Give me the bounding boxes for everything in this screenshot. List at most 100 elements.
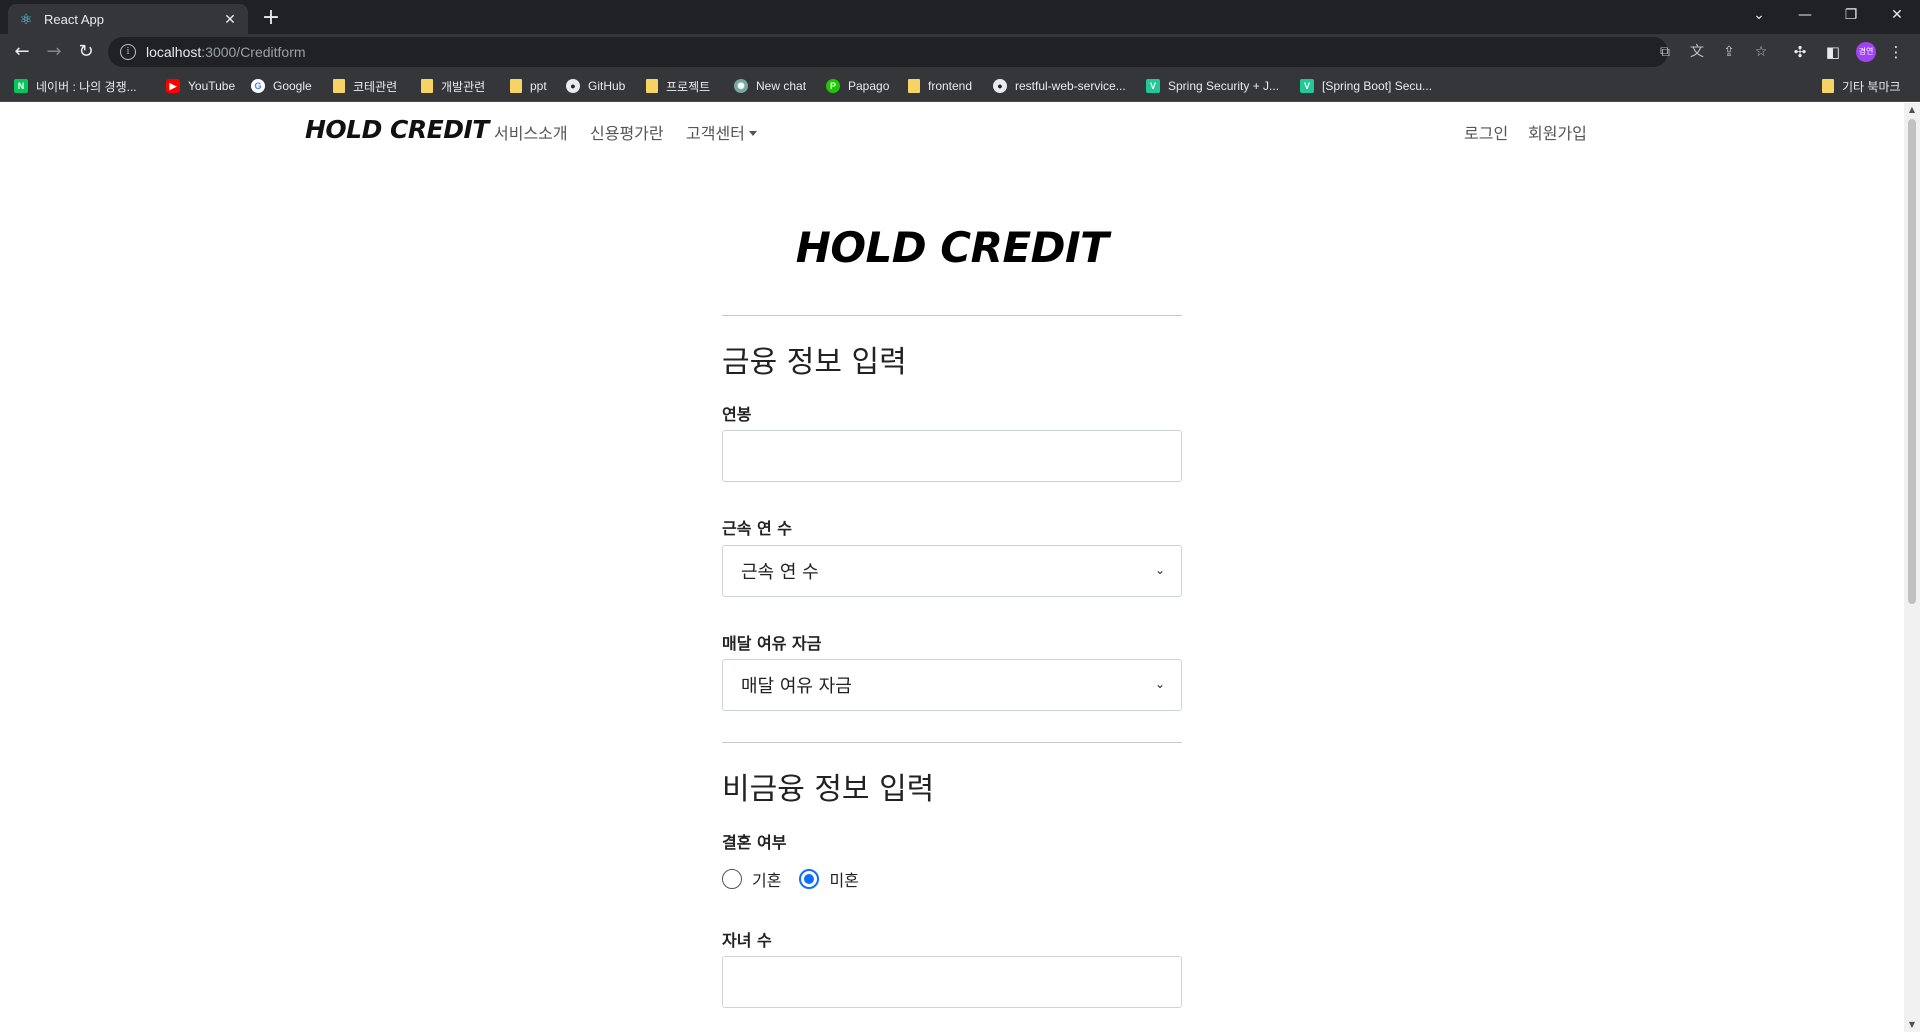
share-icon[interactable]: ⇪ <box>1720 43 1738 61</box>
children-input[interactable] <box>722 956 1182 1008</box>
bookmark-label: Spring Security + J... <box>1168 79 1280 93</box>
nav-brand[interactable]: HOLD CREDIT <box>305 115 489 144</box>
page-scrollbar[interactable]: ▲ ▼ <box>1904 103 1920 1032</box>
reload-button[interactable]: ↻ <box>72 38 100 66</box>
forward-button[interactable]: → <box>40 38 68 66</box>
nonfinancial-section-title: 비금융 정보 입력 <box>722 772 935 807</box>
bookmark-item[interactable]: 프로젝트 <box>646 76 710 96</box>
savings-selected-value: 매달 여유 자금 <box>741 676 852 697</box>
radio-married-label: 기혼 <box>752 871 782 890</box>
close-tab-icon[interactable]: ✕ <box>222 11 238 27</box>
bookmark-label: 개발관련 <box>441 79 486 94</box>
bookmark-star-icon[interactable]: ☆ <box>1752 43 1770 61</box>
folder-icon <box>510 79 522 93</box>
velog-icon: V <box>1146 79 1160 93</box>
folder-icon <box>333 79 345 93</box>
marriage-radio-group: 기혼 미혼 <box>722 867 877 891</box>
browser-tab[interactable]: ⚛ React App ✕ <box>8 4 248 34</box>
bookmark-item[interactable]: 코테관련 <box>333 76 397 96</box>
bookmark-item[interactable]: N 네이버 : 나의 경쟁... <box>14 76 137 96</box>
bookmark-label: New chat <box>756 79 807 93</box>
scroll-up-icon[interactable]: ▲ <box>1904 103 1920 117</box>
radio-married[interactable] <box>722 869 742 889</box>
extensions-icon[interactable]: ✣ <box>1790 42 1810 62</box>
page-title: HOLD CREDIT <box>795 223 1109 272</box>
bookmark-label: YouTube <box>188 79 236 93</box>
youtube-icon: ▶ <box>166 79 180 93</box>
bookmark-label: 네이버 : 나의 경쟁... <box>36 79 137 94</box>
divider <box>722 315 1182 316</box>
nav-link-credit[interactable]: 신용평가란 <box>590 120 664 144</box>
other-bookmarks[interactable]: 기타 북마크 <box>1822 76 1901 96</box>
savings-select[interactable]: 매달 여유 자금 ⌄ <box>722 659 1182 711</box>
radio-single[interactable] <box>799 869 820 889</box>
github-icon: ● <box>993 79 1007 93</box>
bookmarks-bar: N 네이버 : 나의 경쟁... ▶ YouTube G Google 코테관련 개발… <box>0 70 1920 102</box>
naver-icon: N <box>14 79 28 93</box>
minimize-button[interactable]: — <box>1782 0 1828 30</box>
bookmark-label: Google <box>273 79 312 93</box>
bookmark-item[interactable]: ● GitHub <box>566 76 625 96</box>
restore-button[interactable]: ❐ <box>1828 0 1874 30</box>
tenure-label: 근속 연 수 <box>722 519 793 538</box>
url-host: localhost <box>146 44 202 60</box>
bookmark-label: frontend <box>928 79 973 93</box>
bookmark-item[interactable]: V [Spring Boot] Secu... <box>1300 76 1432 96</box>
new-tab-button[interactable]: + <box>258 6 284 32</box>
url-path: :3000/Creditform <box>201 44 306 60</box>
signup-link[interactable]: 회원가입 <box>1528 120 1587 144</box>
bookmark-label: 기타 북마크 <box>1842 79 1901 94</box>
browser-toolbar: ← → ↻ i localhost:3000/Creditform ⧉ 文 ⇪ … <box>0 34 1920 70</box>
google-icon: G <box>251 79 265 93</box>
nav-dropdown-support[interactable]: 고객센터 <box>686 120 757 144</box>
bookmark-item[interactable]: frontend <box>908 76 972 96</box>
profile-avatar[interactable]: 경연 <box>1856 42 1876 62</box>
financial-section-title: 금융 정보 입력 <box>722 345 907 380</box>
nav-dropdown-label: 고객센터 <box>686 124 745 143</box>
tab-search-icon[interactable]: ⌄ <box>1736 0 1782 30</box>
scrollbar-thumb[interactable] <box>1908 119 1916 604</box>
bookmark-item[interactable]: ● restful-web-service... <box>993 76 1126 96</box>
bookmark-item[interactable]: G Google <box>251 76 312 96</box>
login-link[interactable]: 로그인 <box>1464 120 1508 144</box>
tab-strip: ⚛ React App ✕ + ⌄ — ❐ ✕ <box>0 0 1920 34</box>
back-button[interactable]: ← <box>8 38 36 66</box>
site-info-icon[interactable]: i <box>120 44 136 60</box>
velog-icon: V <box>1300 79 1314 93</box>
bookmark-item[interactable]: ppt <box>510 76 547 96</box>
bookmark-label: ppt <box>530 79 547 93</box>
chatgpt-icon: ✺ <box>734 79 748 93</box>
salary-input[interactable] <box>722 430 1182 482</box>
address-bar[interactable]: i localhost:3000/Creditform <box>108 37 1668 67</box>
savings-label: 매달 여유 자금 <box>722 634 822 653</box>
bookmark-label: 프로젝트 <box>666 79 711 94</box>
children-label: 자녀 수 <box>722 931 772 950</box>
nav-link-service[interactable]: 서비스소개 <box>494 120 568 144</box>
marriage-label: 결혼 여부 <box>722 833 787 852</box>
folder-icon <box>646 79 658 93</box>
bookmark-label: Papago <box>848 79 890 93</box>
bookmark-label: restful-web-service... <box>1015 79 1126 93</box>
chevron-down-icon: ⌄ <box>1154 563 1166 577</box>
bookmark-label: [Spring Boot] Secu... <box>1322 79 1433 93</box>
salary-label: 연봉 <box>722 405 752 424</box>
menu-icon[interactable]: ⋮ <box>1886 42 1906 62</box>
divider <box>722 742 1182 743</box>
app-navbar: HOLD CREDIT 서비스소개 신용평가란 고객센터 로그인 회원가입 <box>0 103 1904 159</box>
bookmark-item[interactable]: V Spring Security + J... <box>1146 76 1279 96</box>
caret-down-icon <box>748 131 757 136</box>
open-in-app-icon[interactable]: ⧉ <box>1656 43 1674 61</box>
url-text: localhost:3000/Creditform <box>146 44 306 60</box>
bookmark-item[interactable]: ▶ YouTube <box>166 76 235 96</box>
bookmark-item[interactable]: 개발관련 <box>421 76 485 96</box>
side-panel-icon[interactable]: ◧ <box>1823 42 1843 62</box>
close-window-button[interactable]: ✕ <box>1874 0 1920 30</box>
tenure-select[interactable]: 근속 연 수 ⌄ <box>722 545 1182 597</box>
scroll-down-icon[interactable]: ▼ <box>1904 1018 1920 1032</box>
bookmark-item[interactable]: ✺ New chat <box>734 76 806 96</box>
tenure-selected-value: 근속 연 수 <box>741 562 819 583</box>
papago-icon: P <box>826 79 840 93</box>
bookmark-item[interactable]: P Papago <box>826 76 889 96</box>
bookmark-label: GitHub <box>588 79 626 93</box>
translate-icon[interactable]: 文 <box>1688 43 1706 61</box>
